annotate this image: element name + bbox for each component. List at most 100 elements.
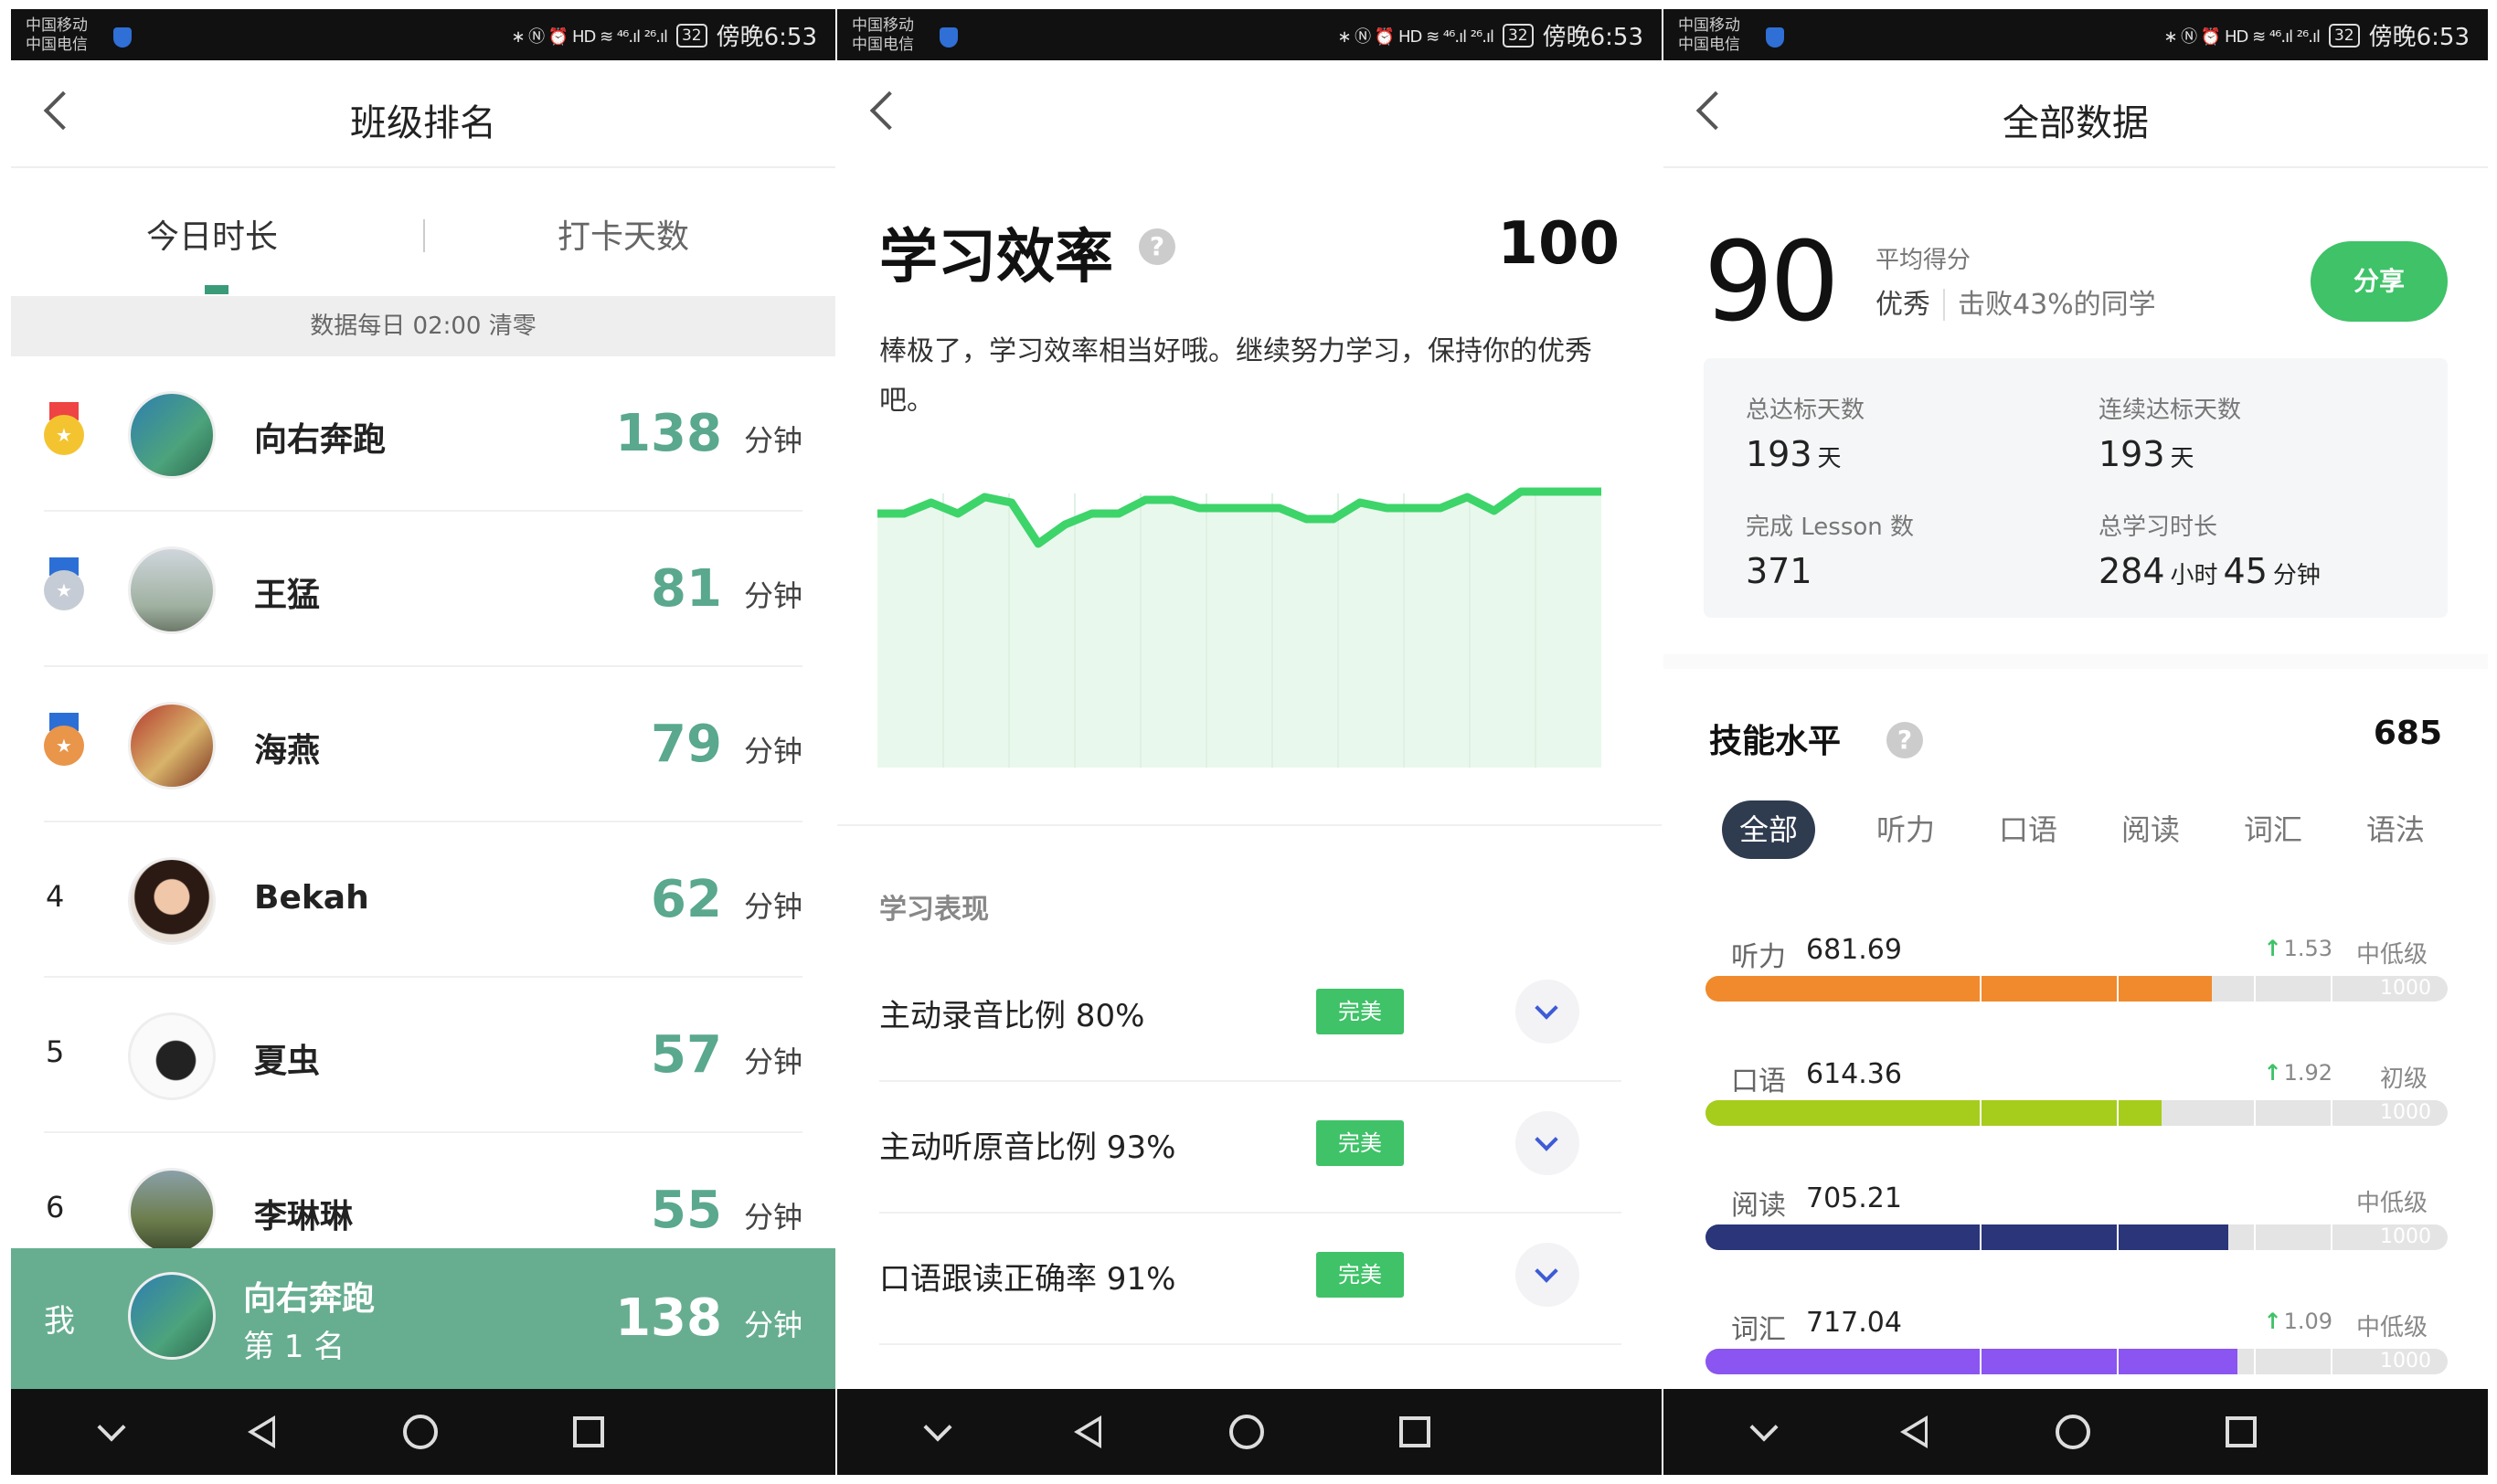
skill-level-title: 技能水平 <box>1709 723 1842 760</box>
stat-lessons: 完成 Lesson 数 371 <box>1746 508 1914 591</box>
performance-item[interactable]: 主动听原音比例 93% 完美 <box>879 1082 1621 1214</box>
recents-square-icon <box>2226 1416 2257 1447</box>
minutes-value: 81 <box>651 559 722 619</box>
ranking-row[interactable]: ★ 王猛 81 分钟 <box>11 512 835 667</box>
nav-home-button[interactable] <box>1210 1389 1283 1475</box>
bar-tick <box>2254 976 2256 1002</box>
nav-recents-button[interactable] <box>552 1389 625 1475</box>
stat-label: 连续达标天数 <box>2099 397 2242 424</box>
skill-tab-bar: 全部 听力 口语 阅读 词汇 语法 <box>1722 800 2457 859</box>
page-title: 全部数据 <box>2003 102 2149 144</box>
tab-vocabulary[interactable]: 词汇 <box>2212 800 2334 859</box>
performance-item[interactable]: 主动录音比例 80% 完美 <box>879 950 1621 1082</box>
help-icon[interactable]: ? <box>1139 228 1175 265</box>
expand-button[interactable] <box>1515 1111 1579 1175</box>
minutes-value: 79 <box>651 715 722 774</box>
carrier-2: 中国电信 <box>852 36 914 54</box>
battery-icon: 32 <box>675 23 707 48</box>
back-icon[interactable] <box>869 90 909 131</box>
nav-home-button[interactable] <box>384 1389 457 1475</box>
my-ranking-row[interactable]: 我 向右奔跑 第 1 名 138 分钟 <box>11 1248 835 1389</box>
tab-checkin-days[interactable]: 打卡天数 <box>558 210 689 258</box>
status-icons: ∗ Ⓝ ⏰ HD ≋ ⁴⁶.ıl ²⁶.ıl <box>511 26 668 47</box>
shield-icon <box>940 27 958 48</box>
status-bar: 中国移动 中国电信 ∗ Ⓝ ⏰ HD ≋ ⁴⁶.ıl ²⁶.ıl 32 傍晚6:53 <box>837 9 1662 60</box>
nav-recents-button[interactable] <box>2205 1389 2278 1475</box>
nav-hide-button[interactable] <box>75 1389 148 1475</box>
nav-hide-button[interactable] <box>901 1389 974 1475</box>
ranking-row[interactable]: 5 夏虫 57 分钟 <box>11 978 835 1133</box>
stat-value-2: 45 <box>2223 551 2268 591</box>
class-ranking-screen: 中国移动 中国电信 ∗ Ⓝ ⏰ HD ≋ ⁴⁶.ıl ²⁶.ıl 32 傍晚6:53 … <box>11 9 835 1475</box>
ranking-row[interactable]: ★ 向右奔跑 138 分钟 <box>11 356 835 512</box>
share-button[interactable]: 分享 <box>2311 241 2448 322</box>
user-name: 海燕 <box>254 732 321 769</box>
user-name: 向右奔跑 <box>243 1280 376 1318</box>
tab-all[interactable]: 全部 <box>1722 800 1815 859</box>
bar-tick <box>2254 1100 2256 1126</box>
skill-name: 词汇 <box>1731 1314 1786 1346</box>
status-bar: 中国移动 中国电信 ∗ Ⓝ ⏰ HD ≋ ⁴⁶.ıl ²⁶.ıl 32 傍晚6:53 <box>1663 9 2488 60</box>
tab-speaking[interactable]: 口语 <box>1967 800 2089 859</box>
recents-square-icon <box>573 1416 604 1447</box>
home-circle-icon <box>2056 1415 2090 1449</box>
expand-button[interactable] <box>1515 1243 1579 1307</box>
bar-tick <box>2331 1100 2332 1126</box>
my-rank: 第 1 名 <box>243 1329 345 1365</box>
ranking-row[interactable]: 4 Bekah 62 分钟 <box>11 822 835 978</box>
all-data-screen: 中国移动 中国电信 ∗ Ⓝ ⏰ HD ≋ ⁴⁶.ıl ²⁶.ıl 32 傍晚6:53 … <box>1663 9 2488 1475</box>
skill-delta: 1.92 <box>2263 1060 2332 1086</box>
rank-number: 4 <box>46 879 65 914</box>
stat-value: 371 <box>1746 551 1812 591</box>
chevron-down-icon <box>1535 996 1558 1020</box>
system-nav-bar <box>837 1389 1662 1475</box>
help-icon[interactable]: ? <box>1886 722 1923 758</box>
bar-tick <box>1980 1100 1982 1126</box>
user-name: 向右奔跑 <box>254 421 387 459</box>
silver-medal-icon: ★ <box>44 557 84 612</box>
nav-back-button[interactable] <box>225 1389 298 1475</box>
tab-reading[interactable]: 阅读 <box>2089 800 2212 859</box>
tab-grammar[interactable]: 语法 <box>2334 800 2457 859</box>
minutes-unit: 分钟 <box>743 578 802 613</box>
nav-home-button[interactable] <box>2036 1389 2109 1475</box>
skill-row: 听力 681.69 1.53 中低级 1000 <box>1705 934 2448 1058</box>
nav-hide-button[interactable] <box>1727 1389 1801 1475</box>
nav-back-button[interactable] <box>1051 1389 1124 1475</box>
system-nav-bar <box>1663 1389 2488 1475</box>
minutes-unit: 分钟 <box>743 889 802 924</box>
minutes-value: 57 <box>651 1025 722 1085</box>
avatar <box>128 546 216 634</box>
nav-back-button[interactable] <box>1877 1389 1950 1475</box>
tab-divider <box>423 219 425 252</box>
skill-progress-fill <box>1705 1100 2162 1126</box>
recents-square-icon <box>1399 1416 1430 1447</box>
rank-number: 6 <box>46 1190 65 1224</box>
bar-tick <box>2331 976 2332 1002</box>
minutes-unit: 分钟 <box>743 734 802 768</box>
chevron-down-icon <box>1749 1413 1779 1442</box>
skill-total-score: 685 <box>2373 715 2442 752</box>
home-circle-icon <box>403 1415 438 1449</box>
skill-row: 口语 614.36 1.92 初级 1000 <box>1705 1058 2448 1182</box>
carrier-2: 中国电信 <box>26 36 88 54</box>
performance-item[interactable]: 口语跟读正确率 91% 完美 <box>879 1214 1621 1345</box>
header <box>837 60 1662 168</box>
user-name: 李琳琳 <box>254 1198 354 1235</box>
nav-recents-button[interactable] <box>1378 1389 1451 1475</box>
skill-row: 阅读 705.21 中低级 1000 <box>1705 1182 2448 1307</box>
bar-tick <box>2117 1100 2119 1126</box>
skill-progress-bar: 1000 <box>1705 1349 2448 1374</box>
system-nav-bar <box>11 1389 835 1475</box>
bar-max-label: 1000 <box>2380 1350 2431 1373</box>
stat-unit: 天 <box>2170 445 2194 472</box>
ranking-row[interactable]: ★ 海燕 79 分钟 <box>11 667 835 822</box>
tab-listening[interactable]: 听力 <box>1844 800 1967 859</box>
tab-today-duration[interactable]: 今日时长 <box>146 210 278 258</box>
chevron-down-icon <box>97 1413 126 1442</box>
minutes-unit: 分钟 <box>743 1044 802 1079</box>
user-name: Bekah <box>254 879 369 917</box>
skill-delta: 1.53 <box>2263 936 2332 961</box>
expand-button[interactable] <box>1515 980 1579 1044</box>
bar-tick <box>2331 1349 2332 1374</box>
